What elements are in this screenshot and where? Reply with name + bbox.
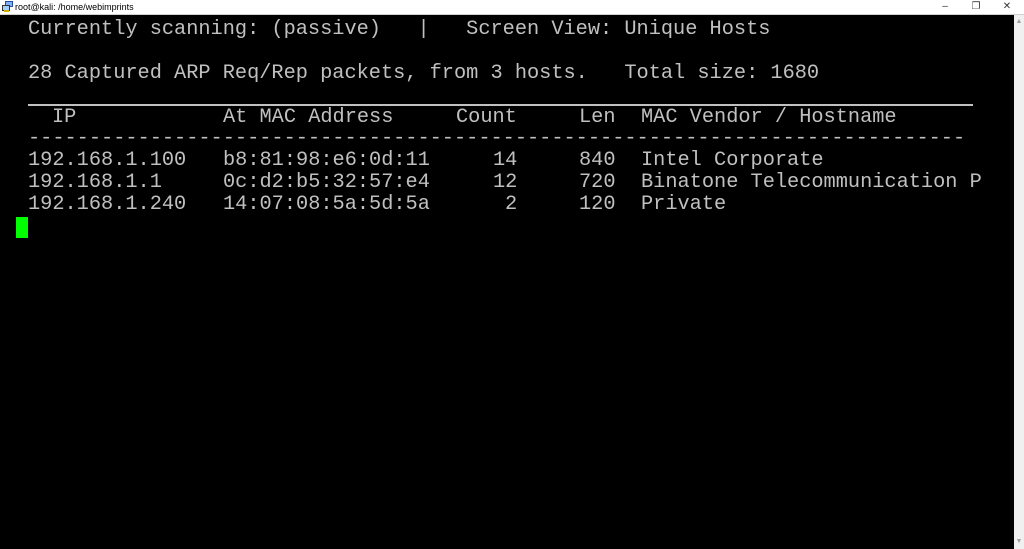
scroll-up-arrow-icon[interactable]: ▲: [1014, 17, 1024, 27]
header-vendor: MAC Vendor / Hostname: [641, 106, 897, 129]
row-mac: 14:07:08:5a:5d:5a: [223, 193, 430, 216]
scroll-down-arrow-icon[interactable]: ▼: [1014, 537, 1024, 547]
row-count: 12: [493, 171, 518, 194]
minimize-button[interactable]: –: [930, 0, 960, 14]
maximize-button[interactable]: ❐: [961, 0, 991, 14]
putty-terminal-icon: [2, 1, 13, 12]
table-row: 192.168.1.100 b8:81:98:e6:0d:11 14 840 I…: [28, 150, 1008, 172]
header-count: Count: [456, 106, 517, 129]
table-header: IP At MAC Address Count Len MAC Vendor /…: [28, 107, 988, 129]
row-mac: 0c:d2:b5:32:57:e4: [223, 171, 430, 194]
row-count: 2: [505, 193, 518, 216]
row-count: 14: [493, 149, 518, 172]
row-ip: 192.168.1.100: [28, 149, 187, 172]
window-title: root@kali: /home/webimprints: [15, 2, 134, 12]
row-ip: 192.168.1.1: [28, 171, 162, 194]
summary-line: 28 Captured ARP Req/Rep packets, from 3 …: [28, 62, 820, 85]
header-mac: At MAC Address: [223, 106, 394, 129]
row-len: 840: [579, 149, 616, 172]
window-titlebar[interactable]: root@kali: /home/webimprints – ❐ ✕: [0, 0, 1024, 15]
vertical-scrollbar[interactable]: ▲ ▼: [1014, 15, 1024, 549]
header-separator: ----------------------------------------…: [28, 128, 966, 150]
table-row: 192.168.1.240 14:07:08:5a:5d:5a 2 120 Pr…: [28, 194, 1008, 216]
row-vendor: Intel Corporate: [641, 149, 824, 172]
row-len: 120: [579, 193, 616, 216]
table-row: 192.168.1.1 0c:d2:b5:32:57:e4 12 720 Bin…: [28, 172, 1008, 194]
status-line: Currently scanning: (passive) | Screen V…: [28, 18, 771, 41]
row-vendor: Private: [641, 193, 727, 216]
row-mac: b8:81:98:e6:0d:11: [223, 149, 430, 172]
close-button[interactable]: ✕: [992, 0, 1022, 14]
terminal-cursor: [16, 217, 28, 238]
row-len: 720: [579, 171, 616, 194]
row-vendor: Binatone Telecommunication P: [641, 171, 982, 194]
header-ip: IP: [52, 106, 77, 129]
header-len: Len: [579, 106, 616, 129]
row-ip: 192.168.1.240: [28, 193, 187, 216]
terminal-screen[interactable]: Currently scanning: (passive) | Screen V…: [0, 15, 1014, 549]
